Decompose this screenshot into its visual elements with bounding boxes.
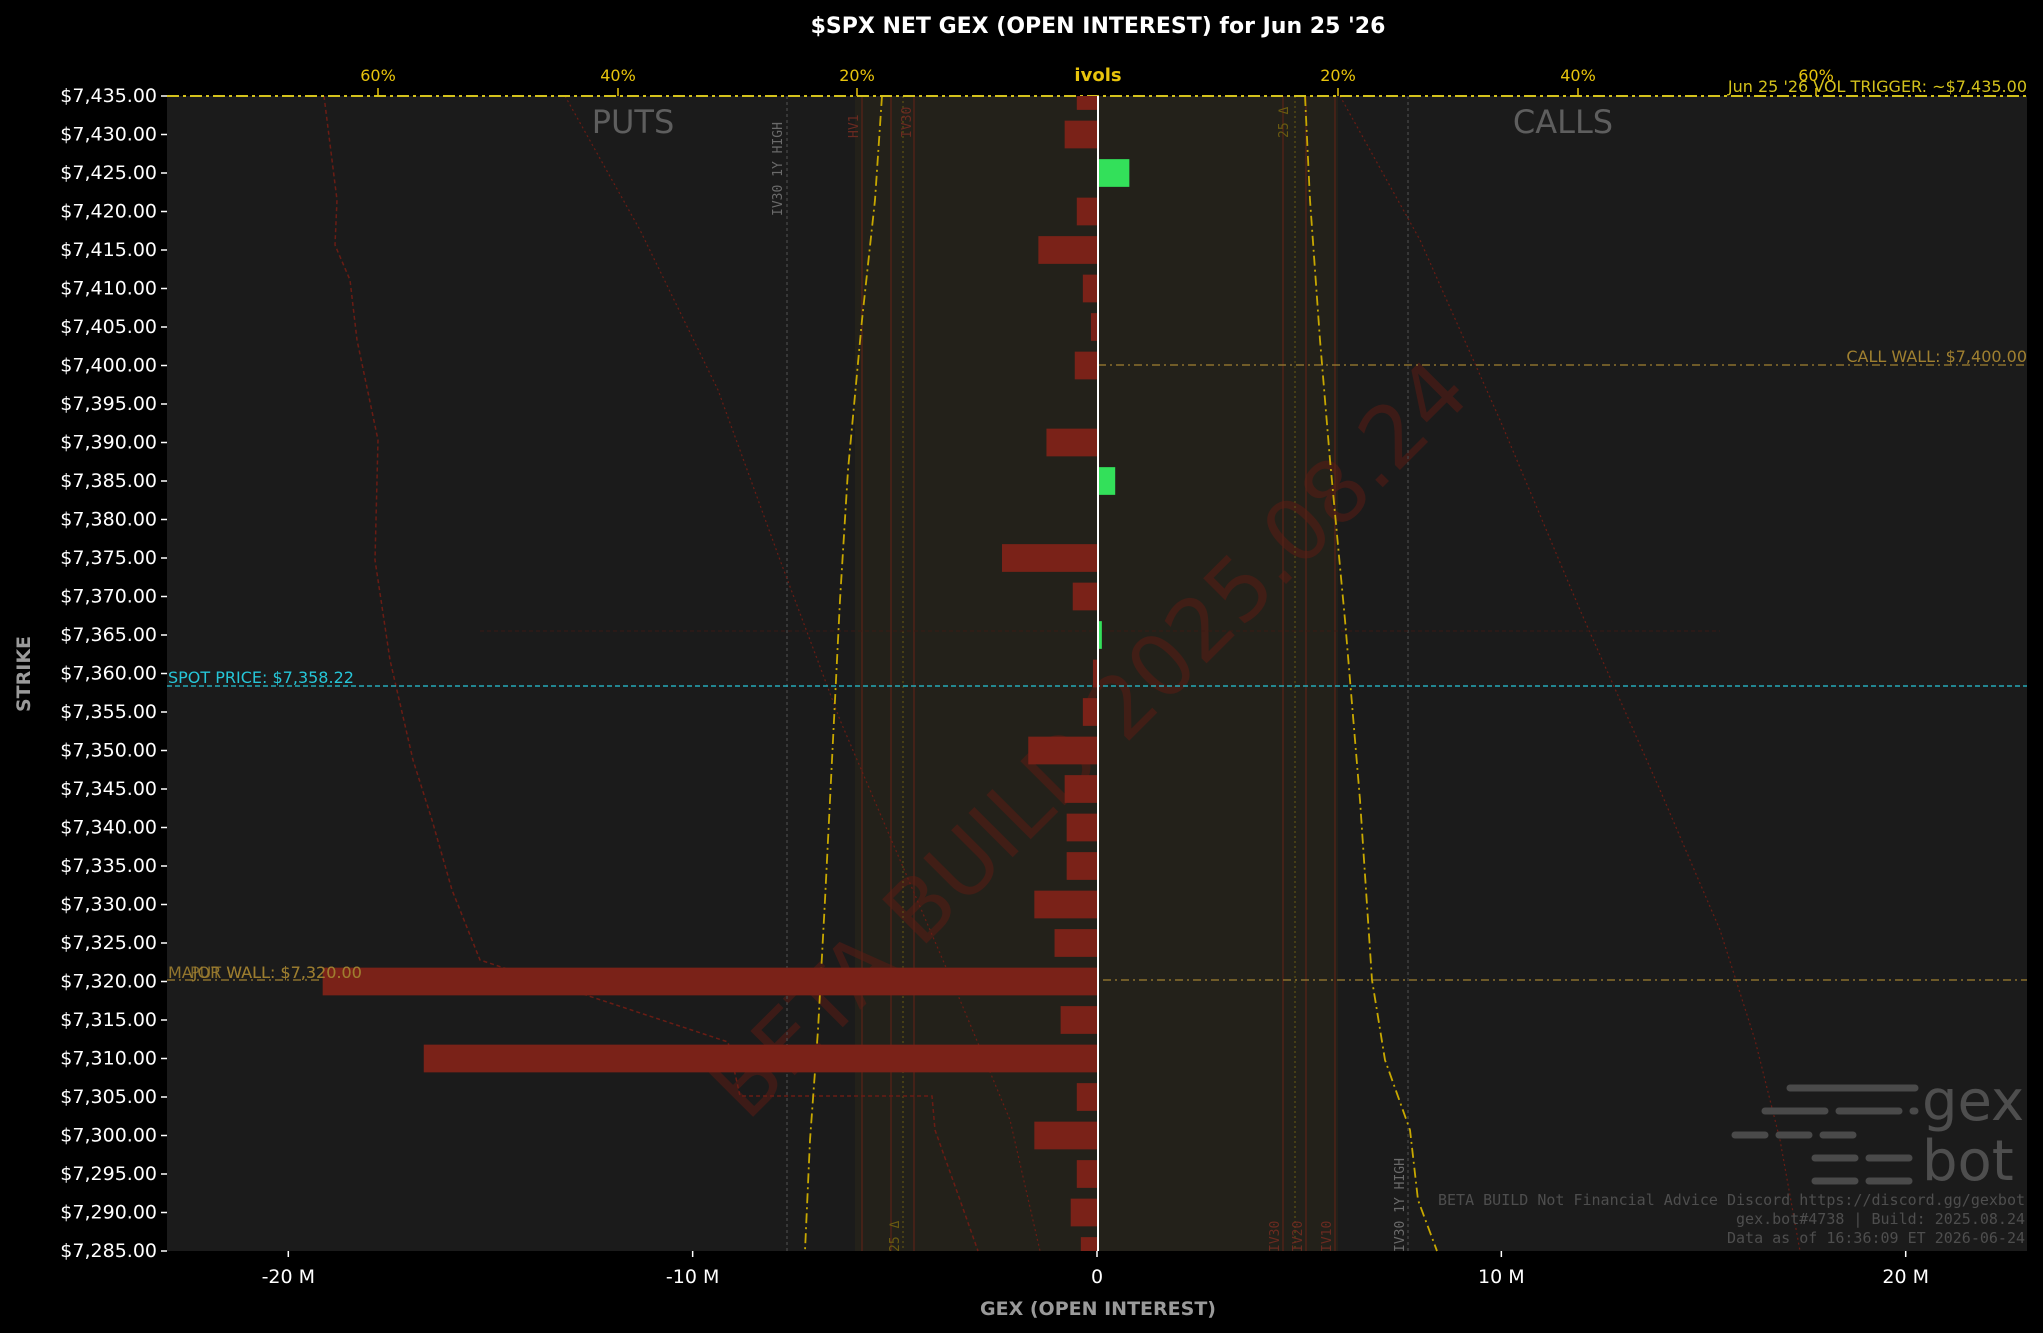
gex-bar-7420 bbox=[1076, 197, 1097, 226]
gex-bar-7415 bbox=[1038, 236, 1097, 264]
y-tick-label: $7,355.00 bbox=[60, 701, 157, 723]
gex-bar-7360 bbox=[1092, 659, 1097, 688]
x-tick-label: 20 M bbox=[1882, 1266, 1929, 1288]
spot-price-label: SPOT PRICE: $7,358.22 bbox=[168, 668, 354, 687]
y-tick-label: $7,390.00 bbox=[60, 432, 157, 454]
gex-bar-7400 bbox=[1074, 351, 1097, 380]
iv30-1y-high-right-label: IV30 1Y HIGH bbox=[1393, 1158, 1408, 1252]
vol-trigger-label: Jun 25 '26 VOL TRIGGER: ~$7,435.00 bbox=[1727, 77, 2027, 96]
gex-bar-7435 bbox=[1076, 96, 1097, 110]
gex-chart: BETA BUILD 2025.08.24 PUTS CALLS IV30 1Y… bbox=[0, 0, 2043, 1333]
gex-bar-7355 bbox=[1082, 698, 1097, 726]
y-tick-label: $7,345.00 bbox=[60, 778, 157, 800]
gex-bar-7330 bbox=[1034, 890, 1097, 919]
x-tick-label: -10 M bbox=[666, 1266, 719, 1288]
y-tick-label: $7,295.00 bbox=[60, 1163, 157, 1185]
call-wall-label: CALL WALL: $7,400.00 bbox=[1846, 347, 2027, 366]
delta25-bottom-label: 25 Δ bbox=[888, 1221, 903, 1252]
hv1-label: HV1 bbox=[847, 115, 862, 138]
gex-bar-7390 bbox=[1046, 428, 1097, 457]
iv30-1y-high-left-label: IV30 1Y HIGH bbox=[771, 122, 786, 216]
y-tick-label: $7,385.00 bbox=[60, 470, 157, 492]
y-tick-label: $7,350.00 bbox=[60, 740, 157, 762]
ivol-tick-label: 20% bbox=[839, 66, 875, 85]
logo-text-top: gex bbox=[1922, 1069, 2024, 1134]
y-tick-label: $7,375.00 bbox=[60, 547, 157, 569]
gex-bar-7410 bbox=[1082, 274, 1097, 303]
delta25-top-label: 25 Δ bbox=[1277, 107, 1292, 138]
y-tick-label: $7,415.00 bbox=[60, 239, 157, 261]
gex-bar-7320 bbox=[322, 967, 1097, 996]
ivol-tick-label: 60% bbox=[360, 66, 396, 85]
gex-bar-7425 bbox=[1097, 159, 1130, 187]
gex-bar-7345 bbox=[1064, 775, 1097, 803]
gex-bar-7430 bbox=[1064, 120, 1097, 149]
x-tick-label: -20 M bbox=[262, 1266, 315, 1288]
y-tick-label: $7,325.00 bbox=[60, 932, 157, 954]
gex-bar-7350 bbox=[1028, 736, 1097, 765]
y-tick-label: $7,335.00 bbox=[60, 855, 157, 877]
footer-line-3: Data as of 16:36:09 ET 2026-06-24 bbox=[1727, 1229, 2025, 1247]
ivol-tick-label: 20% bbox=[1320, 66, 1356, 85]
iv10-label: IV10 bbox=[1320, 1221, 1335, 1252]
x-axis-label: GEX (OPEN INTEREST) bbox=[980, 1298, 1216, 1320]
gex-bar-7295 bbox=[1076, 1160, 1097, 1188]
y-tick-label: $7,400.00 bbox=[60, 355, 157, 377]
y-tick-label: $7,365.00 bbox=[60, 624, 157, 646]
iv20-label: IV20 bbox=[1291, 1221, 1306, 1252]
y-tick-label: $7,320.00 bbox=[60, 971, 157, 993]
y-tick-label: $7,285.00 bbox=[60, 1240, 157, 1262]
gex-bar-7290 bbox=[1070, 1198, 1097, 1227]
chart-title: $SPX NET GEX (OPEN INTEREST) for Jun 25 … bbox=[811, 14, 1386, 39]
ivol-tick-label: 60% bbox=[1798, 66, 1834, 85]
put-wall-label: PUT WALL: $7,320.00 bbox=[190, 963, 362, 982]
gex-bar-7385 bbox=[1097, 467, 1116, 495]
y-tick-label: $7,305.00 bbox=[60, 1086, 157, 1108]
gex-bar-7370 bbox=[1072, 582, 1097, 611]
y-tick-label: $7,310.00 bbox=[60, 1048, 157, 1070]
gex-bar-7335 bbox=[1066, 852, 1097, 880]
logo-text-bottom: bot bbox=[1922, 1129, 2014, 1194]
footer-line-2: gex.bot#4738 | Build: 2025.08.24 bbox=[1736, 1210, 2025, 1228]
y-tick-label: $7,395.00 bbox=[60, 393, 157, 415]
gex-bar-7405 bbox=[1090, 313, 1097, 341]
gex-bar-7310 bbox=[423, 1044, 1097, 1073]
y-tick-label: $7,330.00 bbox=[60, 894, 157, 916]
footer-line-1: BETA BUILD Not Financial Advice Discord … bbox=[1438, 1191, 2025, 1209]
iv30-bottom-label: IV30 bbox=[1268, 1221, 1283, 1252]
x-tick-label: 10 M bbox=[1478, 1266, 1525, 1288]
ivols-axis-label: ivols bbox=[1074, 65, 1121, 86]
y-tick-label: $7,410.00 bbox=[60, 278, 157, 300]
y-tick-label: $7,370.00 bbox=[60, 586, 157, 608]
y-tick-label: $7,360.00 bbox=[60, 663, 157, 685]
x-tick-label: 0 bbox=[1091, 1266, 1103, 1288]
gex-bar-7325 bbox=[1054, 929, 1097, 957]
gex-bar-7305 bbox=[1076, 1083, 1097, 1111]
y-tick-label: $7,340.00 bbox=[60, 817, 157, 839]
y-tick-label: $7,435.00 bbox=[60, 85, 157, 107]
gex-bar-7375 bbox=[1001, 544, 1097, 572]
y-tick-label: $7,300.00 bbox=[60, 1125, 157, 1147]
puts-label: PUTS bbox=[592, 103, 675, 141]
y-tick-label: $7,315.00 bbox=[60, 1009, 157, 1031]
calls-label: CALLS bbox=[1513, 103, 1613, 141]
y-tick-label: $7,425.00 bbox=[60, 162, 157, 184]
gex-bar-7285 bbox=[1080, 1237, 1097, 1251]
iv30-top-label: IV30 bbox=[900, 107, 915, 138]
y-tick-label: $7,430.00 bbox=[60, 124, 157, 146]
gex-bar-7340 bbox=[1066, 813, 1097, 842]
y-tick-label: $7,290.00 bbox=[60, 1202, 157, 1224]
gex-bar-7315 bbox=[1060, 1006, 1097, 1034]
ivol-tick-label: 40% bbox=[600, 66, 636, 85]
y-tick-label: $7,420.00 bbox=[60, 201, 157, 223]
y-tick-label: $7,405.00 bbox=[60, 316, 157, 338]
ivol-tick-label: 40% bbox=[1560, 66, 1596, 85]
y-tick-label: $7,380.00 bbox=[60, 509, 157, 531]
y-axis-label: STRIKE bbox=[13, 636, 35, 712]
gex-bar-7300 bbox=[1034, 1121, 1097, 1150]
